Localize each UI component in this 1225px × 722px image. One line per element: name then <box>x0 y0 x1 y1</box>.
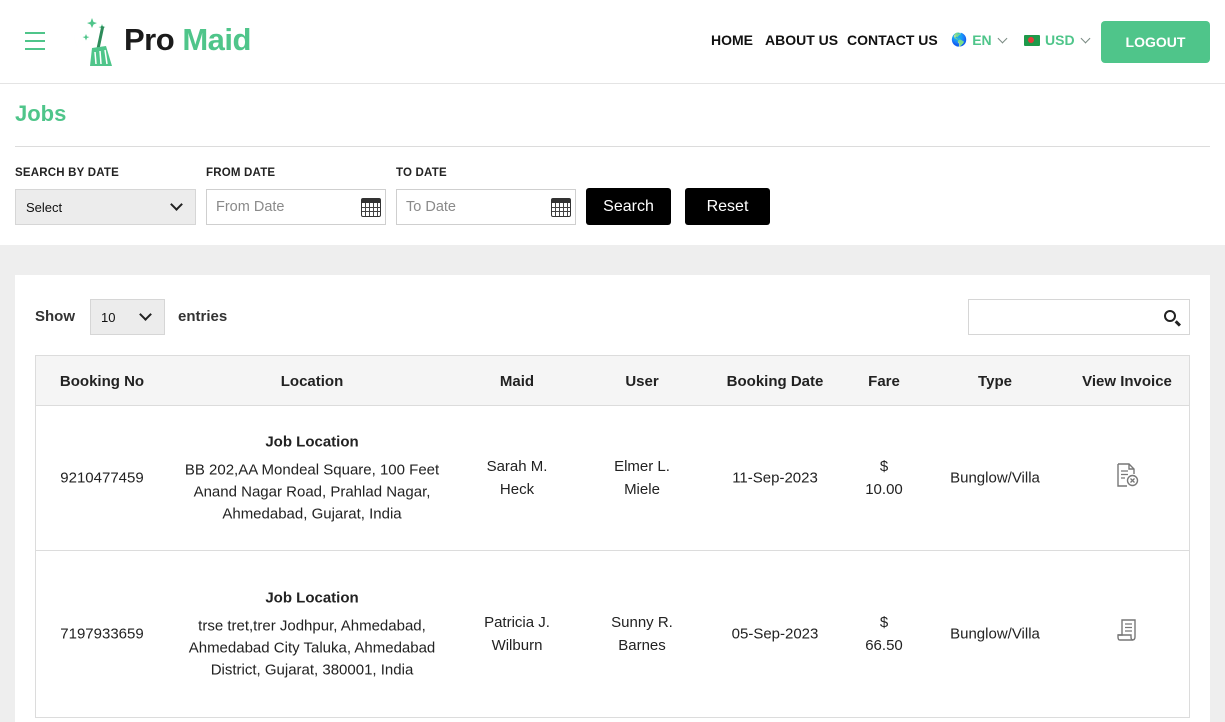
column-header-booking-no[interactable]: Booking No <box>60 373 144 390</box>
booking-no-cell: 7197933659 <box>60 625 144 643</box>
column-header-location[interactable]: Location <box>281 373 344 390</box>
user-cell: Sunny R. Barnes <box>611 614 673 654</box>
reset-button[interactable]: Reset <box>685 188 770 225</box>
location-address: BB 202,AA Mondeal Square, 100 Feet Anand… <box>184 461 440 523</box>
page-title: Jobs <box>15 101 67 126</box>
show-label: Show <box>35 308 75 325</box>
column-header-fare[interactable]: Fare <box>868 373 900 390</box>
table-row: 7197933659 Job Location trse tret,trer J… <box>35 551 1190 718</box>
logo-icon[interactable] <box>62 14 114 68</box>
user-cell: Elmer L. Miele <box>614 458 670 498</box>
nav-about-us-link[interactable]: ABOUT US <box>765 31 838 49</box>
booking-date-cell: 11-Sep-2023 <box>732 469 818 487</box>
fare-cell: $ 66.50 <box>865 614 903 654</box>
to-date-label: TO DATE <box>396 167 447 179</box>
entries-value: 10 <box>101 309 116 325</box>
column-header-user[interactable]: User <box>625 373 658 390</box>
table-search-box[interactable] <box>968 299 1190 335</box>
hamburger-menu-icon[interactable] <box>25 32 45 50</box>
top-header: Pro Maid HOME ABOUT US CONTACT US 🌎 EN U… <box>0 0 1225 84</box>
to-date-input[interactable] <box>397 190 537 224</box>
location-address: trse tret,trer Jodhpur, Ahmedabad, Ahmed… <box>188 617 436 679</box>
language-dropdown[interactable]: 🌎 EN <box>951 31 1008 49</box>
chevron-down-icon <box>139 308 152 321</box>
booking-no-cell: 9210477459 <box>60 469 144 487</box>
title-divider <box>15 146 1210 147</box>
search-button[interactable]: Search <box>586 188 671 225</box>
maid-cell: Sarah M. Heck <box>486 458 548 498</box>
column-header-booking-date[interactable]: Booking Date <box>727 373 824 390</box>
flag-icon <box>1024 34 1040 46</box>
from-date-label: FROM DATE <box>206 167 276 179</box>
location-cell: Job Location BB 202,AA Mondeal Square, 1… <box>177 431 447 526</box>
to-date-field[interactable] <box>396 189 576 225</box>
search-icon[interactable] <box>1164 310 1176 322</box>
chevron-down-icon <box>170 198 183 211</box>
chevron-down-icon <box>1080 33 1091 43</box>
chevron-down-icon <box>997 33 1008 43</box>
globe-icon: 🌎 <box>951 32 968 47</box>
location-cell: Job Location trse tret,trer Jodhpur, Ahm… <box>182 587 442 682</box>
booking-date-cell: 05-Sep-2023 <box>731 625 819 643</box>
search-by-date-value: Select <box>26 199 63 215</box>
calendar-icon[interactable] <box>551 198 571 217</box>
table-header-row: Booking No Location Maid User Booking Da… <box>35 355 1190 406</box>
nav-home-link[interactable]: HOME <box>711 31 753 49</box>
table-row: 9210477459 Job Location BB 202,AA Mondea… <box>35 406 1190 551</box>
column-header-view-invoice[interactable]: View Invoice <box>1082 373 1172 390</box>
from-date-input[interactable] <box>207 190 347 224</box>
nav-contact-us-link[interactable]: CONTACT US <box>847 31 938 49</box>
language-label: EN <box>972 32 992 48</box>
location-title: Job Location <box>265 433 359 451</box>
column-header-maid[interactable]: Maid <box>500 373 534 390</box>
entries-label: entries <box>178 308 228 325</box>
search-by-date-select[interactable]: Select <box>15 189 196 225</box>
maid-cell: Patricia J. Wilburn <box>484 614 550 654</box>
type-cell: Bunglow/Villa <box>950 625 1040 643</box>
currency-label: USD <box>1045 32 1075 48</box>
location-title: Job Location <box>265 589 359 607</box>
currency-dropdown[interactable]: USD <box>1024 31 1091 49</box>
logout-button[interactable]: LOGOUT <box>1101 21 1210 63</box>
logo-pro-text: Pro <box>124 22 175 57</box>
logo-text[interactable]: Pro Maid <box>124 22 251 58</box>
logo-maid-text: Maid <box>182 22 251 57</box>
from-date-field[interactable] <box>206 189 386 225</box>
calendar-icon[interactable] <box>361 198 381 217</box>
invoice-icon[interactable] <box>1116 618 1138 642</box>
type-cell: Bunglow/Villa <box>950 469 1040 487</box>
search-by-date-label: SEARCH BY DATE <box>15 167 119 179</box>
table-search-input[interactable] <box>969 300 1154 334</box>
entries-select[interactable]: 10 <box>90 299 165 335</box>
fare-cell: $ 10.00 <box>865 458 903 498</box>
column-header-type[interactable]: Type <box>978 373 1012 390</box>
invoice-cancelled-icon[interactable] <box>1114 462 1140 488</box>
